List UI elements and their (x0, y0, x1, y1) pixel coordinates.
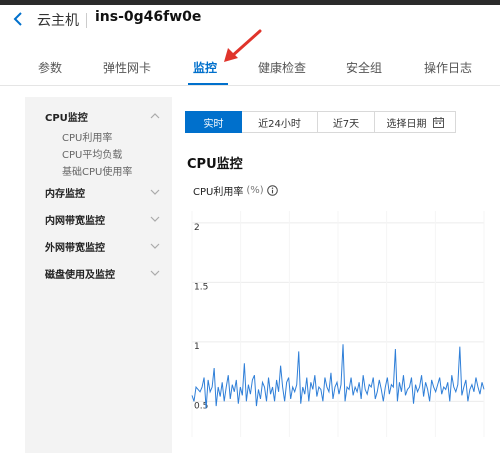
sidebar-group-cpu[interactable]: CPU监控 (45, 109, 88, 124)
chart-label: CPU利用率 (%) (193, 183, 278, 198)
chevron-down-icon[interactable] (150, 188, 160, 196)
sidebar-item-cpu-usage[interactable]: CPU利用率 (62, 129, 112, 144)
chart-unit: (%) (246, 185, 264, 196)
time-range-selector: 实时 近24小时 近7天 选择日期 (185, 111, 456, 133)
tab-params[interactable]: 参数 (38, 59, 62, 76)
y-tick-label: 1 (194, 342, 200, 352)
chevron-up-icon[interactable] (150, 112, 160, 120)
active-tab-underline (188, 83, 228, 85)
annotation-arrow-icon (224, 29, 262, 62)
chevron-down-icon[interactable] (150, 242, 160, 250)
tab-operation-log[interactable]: 操作日志 (424, 59, 472, 76)
sidebar-group-memory[interactable]: 内存监控 (45, 185, 85, 200)
tab-elastic-nic[interactable]: 弹性网卡 (103, 59, 151, 76)
monitor-main-panel: 实时 近24小时 近7天 选择日期 CPU监控 CPU利用率 (%) 2 1.5 1… (172, 97, 500, 453)
sidebar-group-disk[interactable]: 磁盘使用及监控 (45, 266, 115, 281)
chevron-down-icon[interactable] (150, 269, 160, 277)
section-title: CPU监控 (187, 157, 243, 172)
y-tick-label: 2 (194, 223, 200, 233)
tab-monitoring[interactable]: 监控 (193, 59, 217, 76)
y-tick-label: 1.5 (194, 282, 208, 292)
back-chevron-icon[interactable] (12, 12, 24, 26)
tab-security-group[interactable]: 安全组 (346, 59, 382, 76)
monitor-sidebar: CPU监控 CPU利用率 CPU平均负载 基础CPU使用率 内存监控 内网带宽监… (25, 97, 172, 453)
cpu-usage-chart: 21.510.5 (191, 211, 485, 437)
info-icon[interactable] (266, 185, 278, 196)
sidebar-group-intranet-bandwidth[interactable]: 内网带宽监控 (45, 212, 105, 227)
select-date-label: 选择日期 (386, 118, 427, 130)
time-range-7d-button[interactable]: 近7天 (318, 111, 375, 133)
time-range-24h-button[interactable]: 近24小时 (242, 111, 318, 133)
breadcrumb-host-label[interactable]: 云主机 (37, 10, 79, 30)
sidebar-group-internet-bandwidth[interactable]: 外网带宽监控 (45, 239, 105, 254)
sidebar-item-cpu-base[interactable]: 基础CPU使用率 (62, 163, 132, 178)
instance-id-title: ins-0g46fw0e (95, 9, 202, 25)
select-date-button[interactable]: 选择日期 (375, 111, 456, 133)
chart-title: CPU利用率 (193, 187, 244, 198)
calendar-icon (432, 116, 444, 128)
header-divider (86, 13, 87, 28)
sidebar-item-cpu-load[interactable]: CPU平均负载 (62, 146, 122, 161)
window-top-bar (0, 0, 500, 5)
tab-health-check[interactable]: 健康检查 (258, 59, 306, 76)
time-range-realtime-button[interactable]: 实时 (185, 111, 242, 133)
chevron-down-icon[interactable] (150, 215, 160, 223)
